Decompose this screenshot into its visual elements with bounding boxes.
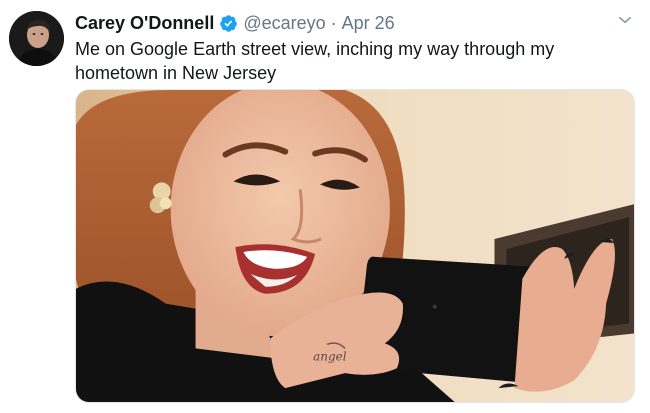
author-handle[interactable]: @ecareyo: [243, 12, 325, 34]
separator-dot: ·: [330, 13, 337, 33]
tattoo-text: angel: [313, 349, 347, 363]
tweet-date[interactable]: Apr 26: [342, 12, 395, 34]
verified-badge-icon: [219, 14, 238, 33]
tweet-text: Me on Google Earth street view, inching …: [75, 39, 555, 83]
author-name[interactable]: Carey O'Donnell: [75, 12, 214, 34]
chevron-down-icon[interactable]: [616, 11, 634, 29]
tweet-header: Carey O'Donnell @ecareyo · Apr 26: [75, 12, 395, 34]
tweet-card[interactable]: Carey O'Donnell @ecareyo · Apr 26 Me on …: [0, 0, 650, 413]
tweet-photo[interactable]: angel: [75, 89, 635, 403]
avatar[interactable]: [9, 11, 64, 66]
